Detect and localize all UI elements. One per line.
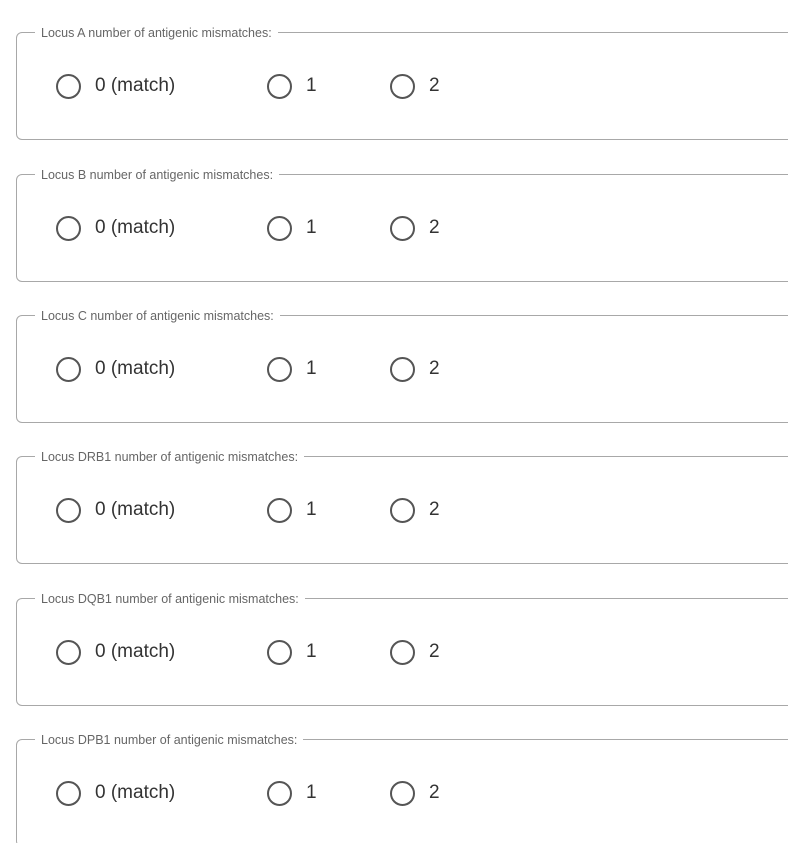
radio-unchecked-icon[interactable] bbox=[390, 215, 415, 241]
radio-unchecked-icon[interactable] bbox=[56, 215, 81, 241]
radio-unchecked-icon[interactable] bbox=[56, 356, 81, 382]
locus-a-fieldset: Locus A number of antigenic mismatches: … bbox=[16, 25, 788, 140]
locus-drb1-option-0[interactable]: 0 (match) bbox=[56, 497, 267, 523]
option-label: 1 bbox=[306, 782, 317, 803]
option-label: 2 bbox=[429, 358, 440, 379]
radio-unchecked-icon[interactable] bbox=[267, 356, 292, 382]
locus-b-option-2[interactable]: 2 bbox=[390, 215, 440, 241]
option-label: 2 bbox=[429, 782, 440, 803]
radio-unchecked-icon[interactable] bbox=[56, 780, 81, 806]
option-label: 1 bbox=[306, 217, 317, 238]
radio-unchecked-icon[interactable] bbox=[267, 73, 292, 99]
option-label: 2 bbox=[429, 217, 440, 238]
option-label: 2 bbox=[429, 499, 440, 520]
locus-dqb1-options: 0 (match) 1 2 bbox=[56, 635, 440, 669]
radio-unchecked-icon[interactable] bbox=[390, 780, 415, 806]
locus-drb1-fieldset: Locus DRB1 number of antigenic mismatche… bbox=[16, 449, 788, 564]
locus-drb1-option-1[interactable]: 1 bbox=[267, 497, 390, 523]
option-label: 0 (match) bbox=[95, 358, 176, 379]
radio-unchecked-icon[interactable] bbox=[267, 780, 292, 806]
radio-unchecked-icon[interactable] bbox=[390, 356, 415, 382]
locus-b-legend: Locus B number of antigenic mismatches: bbox=[35, 167, 280, 183]
locus-dqb1-option-2[interactable]: 2 bbox=[390, 639, 440, 665]
radio-unchecked-icon[interactable] bbox=[390, 497, 415, 523]
locus-dqb1-option-1[interactable]: 1 bbox=[267, 639, 390, 665]
option-label: 2 bbox=[429, 641, 440, 662]
option-label: 1 bbox=[306, 641, 317, 662]
locus-dpb1-options: 0 (match) 1 2 bbox=[56, 776, 440, 810]
option-label: 0 (match) bbox=[95, 641, 176, 662]
locus-drb1-options: 0 (match) 1 2 bbox=[56, 493, 440, 527]
locus-c-options: 0 (match) 1 2 bbox=[56, 352, 440, 386]
radio-unchecked-icon[interactable] bbox=[267, 639, 292, 665]
option-label: 1 bbox=[306, 75, 317, 96]
locus-drb1-option-2[interactable]: 2 bbox=[390, 497, 440, 523]
locus-b-option-0[interactable]: 0 (match) bbox=[56, 215, 267, 241]
locus-dqb1-option-0[interactable]: 0 (match) bbox=[56, 639, 267, 665]
locus-c-option-1[interactable]: 1 bbox=[267, 356, 390, 382]
locus-dpb1-fieldset: Locus DPB1 number of antigenic mismatche… bbox=[16, 732, 788, 843]
locus-c-option-0[interactable]: 0 (match) bbox=[56, 356, 267, 382]
hla-mismatch-form: Locus A number of antigenic mismatches: … bbox=[0, 0, 788, 843]
option-label: 1 bbox=[306, 358, 317, 379]
locus-c-option-2[interactable]: 2 bbox=[390, 356, 440, 382]
locus-b-options: 0 (match) 1 2 bbox=[56, 211, 440, 245]
locus-drb1-legend: Locus DRB1 number of antigenic mismatche… bbox=[35, 449, 305, 465]
locus-dpb1-option-2[interactable]: 2 bbox=[390, 780, 440, 806]
option-label: 0 (match) bbox=[95, 217, 176, 238]
locus-c-fieldset: Locus C number of antigenic mismatches: … bbox=[16, 308, 788, 423]
locus-dpb1-option-1[interactable]: 1 bbox=[267, 780, 390, 806]
locus-a-legend: Locus A number of antigenic mismatches: bbox=[35, 25, 278, 41]
locus-a-option-2[interactable]: 2 bbox=[390, 73, 440, 99]
locus-dpb1-legend: Locus DPB1 number of antigenic mismatche… bbox=[35, 732, 304, 748]
option-label: 0 (match) bbox=[95, 499, 176, 520]
radio-unchecked-icon[interactable] bbox=[267, 215, 292, 241]
radio-unchecked-icon[interactable] bbox=[56, 497, 81, 523]
locus-dpb1-option-0[interactable]: 0 (match) bbox=[56, 780, 267, 806]
locus-a-option-1[interactable]: 1 bbox=[267, 73, 390, 99]
radio-unchecked-icon[interactable] bbox=[390, 639, 415, 665]
option-label: 2 bbox=[429, 75, 440, 96]
locus-a-options: 0 (match) 1 2 bbox=[56, 69, 440, 103]
locus-c-legend: Locus C number of antigenic mismatches: bbox=[35, 308, 280, 324]
locus-dqb1-legend: Locus DQB1 number of antigenic mismatche… bbox=[35, 591, 305, 607]
option-label: 0 (match) bbox=[95, 75, 176, 96]
locus-b-option-1[interactable]: 1 bbox=[267, 215, 390, 241]
radio-unchecked-icon[interactable] bbox=[267, 497, 292, 523]
radio-unchecked-icon[interactable] bbox=[56, 73, 81, 99]
radio-unchecked-icon[interactable] bbox=[56, 639, 81, 665]
locus-b-fieldset: Locus B number of antigenic mismatches: … bbox=[16, 167, 788, 282]
option-label: 0 (match) bbox=[95, 782, 176, 803]
locus-dqb1-fieldset: Locus DQB1 number of antigenic mismatche… bbox=[16, 591, 788, 706]
option-label: 1 bbox=[306, 499, 317, 520]
radio-unchecked-icon[interactable] bbox=[390, 73, 415, 99]
locus-a-option-0[interactable]: 0 (match) bbox=[56, 73, 267, 99]
